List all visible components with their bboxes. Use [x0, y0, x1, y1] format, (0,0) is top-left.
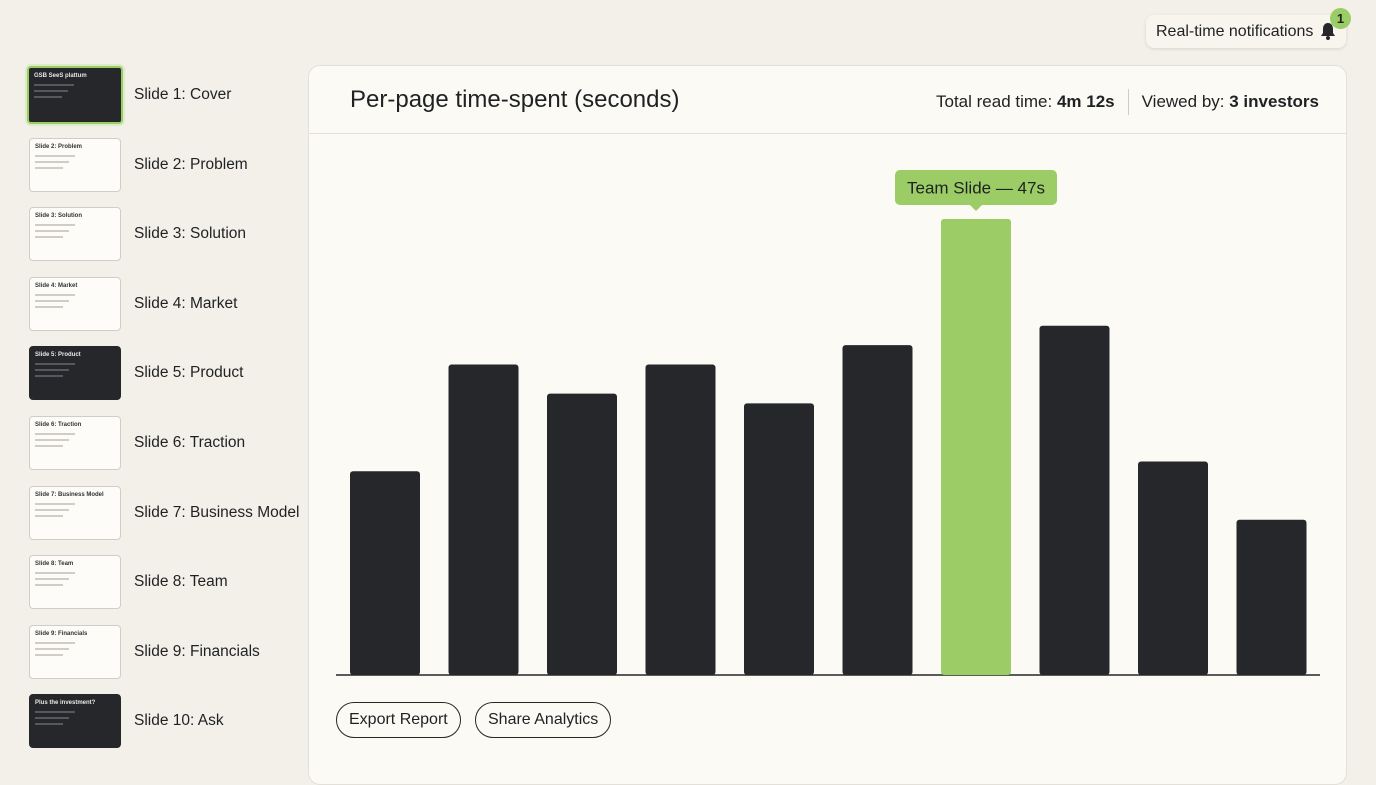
notifications-pill[interactable]: Real-time notifications 1: [1146, 8, 1351, 48]
thumbnail-line: [35, 306, 63, 308]
thumbnail-line: [35, 236, 63, 238]
bar-tooltip: Team Slide — 47s: [895, 170, 1057, 211]
slide-thumbnail-title: Slide 9: Financials: [35, 631, 88, 637]
slide-thumbnail-title: Slide 6: Traction: [35, 422, 82, 428]
thumbnail-line: [34, 96, 62, 98]
notifications-label: Real-time notifications: [1156, 22, 1314, 40]
slide-label: Slide 10: Ask: [134, 712, 224, 729]
slide-thumbnail-title: Plus the investment?: [35, 700, 96, 706]
thumbnail-line: [35, 300, 69, 302]
thumbnail-line: [35, 433, 75, 435]
thumbnail-line: [35, 439, 69, 441]
bar-slide-6[interactable]: [842, 345, 913, 675]
thumbnail-line: [35, 723, 63, 725]
bar-slide-4[interactable]: [645, 364, 716, 675]
thumbnail-line: [35, 711, 75, 713]
sidebar-slide-4[interactable]: Slide 4: Market Slide 4: Market: [22, 273, 302, 335]
slide-thumbnail-title: Slide 4: Market: [35, 283, 78, 289]
thumbnail-line: [35, 654, 63, 656]
slide-thumbnail: Slide 5: Product: [29, 346, 121, 400]
slide-thumbnail: GSB SeeS plattum: [27, 66, 123, 124]
slide-thumbnail: Slide 7: Business Model: [29, 486, 121, 540]
thumbnail-line: [35, 230, 69, 232]
sidebar-slide-7[interactable]: Slide 7: Business Model Slide 7: Business…: [22, 482, 302, 544]
sidebar-slide-1[interactable]: GSB SeeS plattum Slide 1: Cover: [22, 64, 302, 126]
bar-slide-8[interactable]: [1039, 325, 1110, 675]
bar-slide-1[interactable]: [350, 471, 420, 675]
tooltip-text: Team Slide — 47s: [907, 179, 1045, 198]
thumbnail-line: [35, 572, 75, 574]
slide-label: Slide 3: Solution: [134, 225, 247, 242]
share-analytics-button[interactable]: Share Analytics: [475, 702, 612, 738]
thumbnail-line: [35, 445, 63, 447]
slide-label: Slide 9: Financials: [134, 643, 260, 660]
thumbnail-line: [35, 375, 63, 377]
sidebar-slide-8[interactable]: Slide 8: Team Slide 8: Team: [22, 551, 302, 613]
tooltip-pointer: [970, 205, 982, 211]
sidebar-slide-10[interactable]: Plus the investment? Slide 10: Ask: [22, 690, 302, 752]
slide-thumbnail: Slide 9: Financials: [29, 625, 121, 679]
sidebar-slide-9[interactable]: Slide 9: Financials Slide 9: Financials: [22, 621, 302, 683]
thumbnail-line: [35, 224, 75, 226]
thumbnail-line: [35, 167, 63, 169]
thumbnail-line: [35, 161, 69, 163]
notification-count-badge: 1: [1330, 8, 1351, 29]
thumbnail-line: [34, 90, 68, 92]
slide-label: Slide 4: Market: [134, 295, 238, 312]
thumbnail-line: [35, 578, 69, 580]
bar-slide-5[interactable]: [744, 403, 814, 675]
slide-label: Slide 2: Problem: [134, 156, 248, 173]
slide-thumbnail: Slide 6: Traction: [29, 416, 121, 470]
slide-label: Slide 1: Cover: [134, 86, 232, 103]
thumbnail-line: [35, 294, 75, 296]
slide-thumbnail: Slide 2: Problem: [29, 138, 121, 192]
bar-slide-3[interactable]: [547, 393, 617, 675]
time-spent-chart: Team Slide — 47s: [336, 170, 1320, 676]
sidebar-slide-2[interactable]: Slide 2: Problem Slide 2: Problem: [22, 134, 302, 196]
sidebar-slide-6[interactable]: Slide 6: Traction Slide 6: Traction: [22, 412, 302, 474]
thumbnail-line: [34, 84, 74, 86]
slide-thumbnail-title: Slide 3: Solution: [35, 213, 83, 219]
slide-thumbnail: Slide 8: Team: [29, 555, 121, 609]
slide-thumbnail-title: Slide 8: Team: [35, 561, 74, 567]
thumbnail-line: [35, 642, 75, 644]
thumbnail-line: [35, 155, 75, 157]
bar-slide-7[interactable]: [941, 219, 1011, 675]
slide-label: Slide 7: Business Model: [134, 504, 300, 521]
slide-thumbnail: Plus the investment?: [29, 694, 121, 748]
thumbnail-line: [35, 363, 75, 365]
slide-label: Slide 5: Product: [134, 364, 244, 381]
slide-thumbnail-title: Slide 7: Business Model: [35, 492, 104, 498]
thumbnail-line: [35, 584, 63, 586]
slide-thumbnail-title: Slide 2: Problem: [35, 144, 83, 150]
thumbnail-line: [35, 648, 69, 650]
thumbnail-line: [35, 717, 69, 719]
thumbnail-line: [35, 369, 69, 371]
thumbnail-line: [35, 509, 69, 511]
bar-slide-10[interactable]: [1236, 519, 1307, 675]
slide-thumbnail: Slide 3: Solution: [29, 207, 121, 261]
thumbnail-line: [35, 515, 63, 517]
export-report-button[interactable]: Export Report: [336, 702, 461, 738]
analytics-card: Per-page time-spent (seconds) Total read…: [308, 65, 1347, 785]
slide-label: Slide 6: Traction: [134, 434, 246, 451]
bar-slide-2[interactable]: [448, 364, 519, 675]
sidebar-slide-3[interactable]: Slide 3: Solution Slide 3: Solution: [22, 203, 302, 265]
sidebar-slide-5[interactable]: Slide 5: Product Slide 5: Product: [22, 342, 302, 404]
slide-label: Slide 8: Team: [134, 573, 228, 590]
bar-slide-9[interactable]: [1138, 461, 1208, 675]
thumbnail-line: [35, 503, 75, 505]
slide-thumbnail-title: Slide 5: Product: [35, 352, 81, 358]
slide-thumbnail-title: GSB SeeS plattum: [34, 73, 87, 79]
slide-thumbnail: Slide 4: Market: [29, 277, 121, 331]
